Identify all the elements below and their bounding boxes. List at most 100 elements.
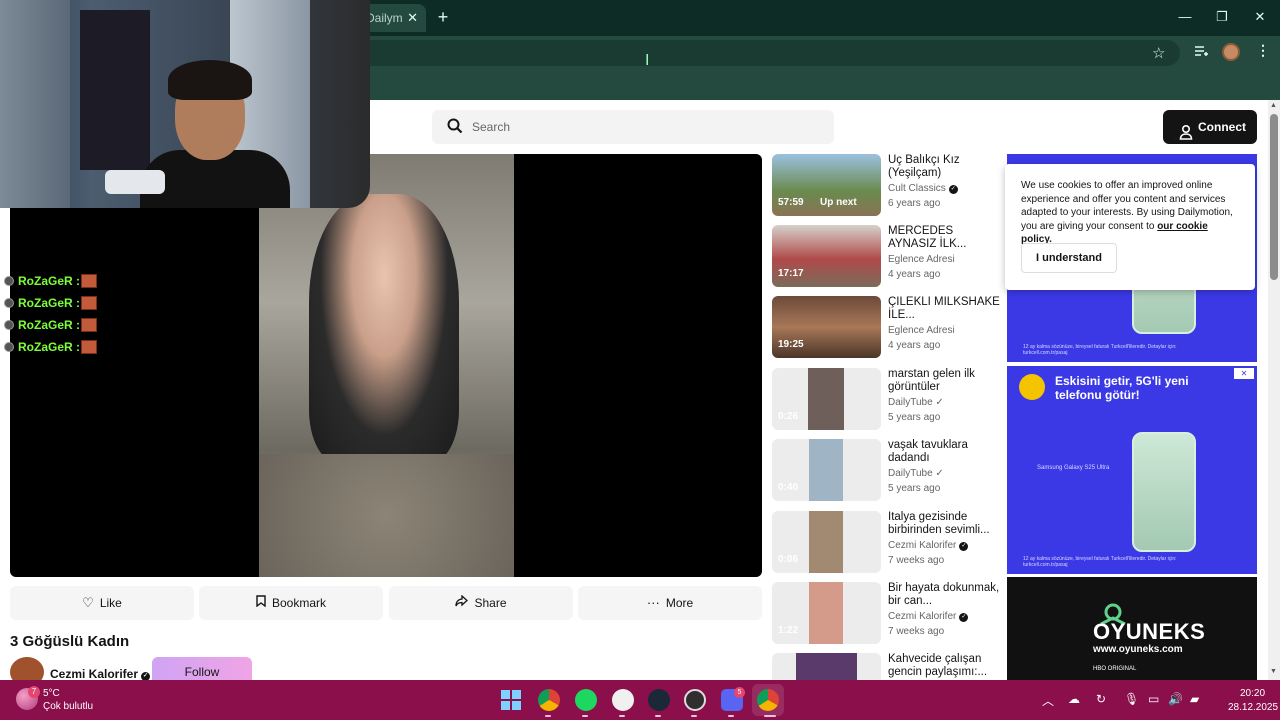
tray-cloud-icon[interactable]: ☁ — [1068, 692, 1080, 706]
chrome-indicator — [545, 715, 551, 717]
video-name[interactable]: İtalya gezisinde birbirinden sevimli... — [888, 511, 1000, 537]
bookmark-star-icon[interactable]: ☆ — [1152, 44, 1165, 62]
chat-username: RoZaGeR : — [18, 318, 81, 332]
steelseries-icon[interactable] — [612, 689, 634, 711]
related-video[interactable]: 0:26 marstan gelen ilk görüntüler DailyT… — [772, 368, 1002, 430]
reading-list-icon[interactable] — [1194, 44, 1208, 60]
video-channel[interactable]: Cezmi Kalorifer — [888, 611, 956, 622]
connect-button[interactable]: Connect — [1163, 110, 1257, 144]
related-video[interactable]: 17:17 MERCEDES AYNASIZ İLK... Eglence Ad… — [772, 225, 1002, 287]
more-button[interactable]: ··· More — [578, 586, 762, 620]
tray-chevron-icon[interactable]: ︿ — [1042, 692, 1054, 709]
video-name[interactable]: marstan gelen ilk görüntüler — [888, 368, 1000, 394]
obs-icon[interactable] — [684, 689, 706, 711]
video-thumbnail[interactable]: 0:26 — [772, 368, 881, 430]
weather-desc[interactable]: Çok bulutlu — [43, 701, 93, 712]
channel-avatar[interactable] — [10, 657, 44, 680]
video-duration: 17:17 — [778, 268, 804, 279]
ad-phone-name: Samsung Galaxy S25 Ultra — [1037, 465, 1110, 471]
related-video[interactable]: Kahvecide çalışan gencin paylaşımı:... — [772, 653, 1002, 680]
video-thumbnail[interactable]: 19:25 — [772, 296, 881, 358]
video-name[interactable]: Bir hayata dokunmak, bir can... — [888, 582, 1000, 608]
cookie-text: We use cookies to offer an improved onli… — [1021, 179, 1239, 247]
weather-temp[interactable]: 5°C — [43, 688, 60, 699]
tray-mic-icon[interactable]: 🎙 — [1124, 692, 1139, 706]
search-bar[interactable] — [432, 110, 834, 144]
ad-banner-3[interactable]: OYUNEKS www.oyuneks.com HBO ORIGINAL — [1007, 577, 1257, 680]
video-frame — [259, 154, 514, 577]
related-video[interactable]: 0:40 vaşak tavuklara dadandı DailyTube ✓… — [772, 439, 1002, 501]
video-title: 3 Göğüslü Kadın — [10, 633, 130, 650]
chrome-icon[interactable] — [538, 689, 560, 711]
video-channel[interactable]: Eglence Adresi — [888, 325, 1000, 336]
related-video[interactable]: 0:06 İtalya gezisinde birbirinden seviml… — [772, 511, 1002, 573]
clock-date[interactable]: 28.12.2025 — [1228, 702, 1278, 713]
tray-sync-icon[interactable]: ↻ — [1096, 692, 1106, 706]
clock-time[interactable]: 20:20 — [1240, 688, 1265, 699]
bookmark-icon — [256, 586, 266, 620]
video-thumbnail[interactable] — [772, 653, 881, 680]
page-scrollbar[interactable] — [1268, 100, 1280, 680]
bookmark-button[interactable]: Bookmark — [199, 586, 383, 620]
search-input[interactable] — [472, 116, 812, 138]
ad-close-icon[interactable]: ✕ — [1234, 368, 1254, 379]
tray-network-icon[interactable]: ▭ — [1148, 692, 1159, 706]
like-label: Like — [99, 596, 122, 610]
chrome-active-indicator — [764, 715, 776, 717]
address-bar[interactable] — [330, 40, 1180, 66]
chat-emote-icon — [81, 296, 97, 310]
video-channel[interactable]: Cezmi Kalorifer — [888, 540, 956, 551]
webcam-microphone — [105, 170, 165, 194]
video-age: 7 weeks ago — [888, 555, 945, 566]
video-thumbnail[interactable]: 0:40 — [772, 439, 881, 501]
maximize-button[interactable]: ❐ — [1211, 6, 1233, 28]
scroll-down-icon[interactable]: ▼ — [1270, 668, 1277, 675]
related-video[interactable]: 57:59 Up next Üç Balıkçı Kız (Yeşilçam) … — [772, 154, 1002, 216]
related-video[interactable]: 1:22 Bir hayata dokunmak, bir can... Cez… — [772, 582, 1002, 644]
video-thumbnail[interactable]: 17:17 — [772, 225, 881, 287]
related-video[interactable]: 19:25 ÇİLEKLİ MİLKSHAKE İLE... Eglence A… — [772, 296, 1002, 358]
video-age: 7 weeks ago — [888, 626, 945, 637]
channel-name[interactable]: Cezmi Kalorifer ✓ — [50, 667, 151, 680]
tray-battery-icon[interactable]: ▰ — [1190, 692, 1199, 706]
video-thumbnail[interactable]: 1:22 — [772, 582, 881, 644]
like-button[interactable]: ♡ Like — [10, 586, 194, 620]
weather-badge: 7 — [28, 686, 40, 698]
ad-banner-2[interactable]: Eskisini getir, 5G'li yeni telefonu götü… — [1007, 366, 1257, 574]
video-name[interactable]: ÇİLEKLİ MİLKSHAKE İLE... — [888, 296, 1000, 322]
video-channel[interactable]: Eglence Adresi — [888, 254, 1000, 265]
video-channel[interactable]: DailyTube ✓ — [888, 397, 1000, 408]
follow-button[interactable]: Follow — [152, 657, 252, 680]
minimize-button[interactable]: — — [1174, 6, 1196, 28]
video-name[interactable]: Kahvecide çalışan gencin paylaşımı:... — [888, 653, 1000, 679]
scroll-up-icon[interactable]: ▲ — [1270, 102, 1277, 109]
spotify-icon[interactable] — [575, 689, 597, 711]
steam-icon[interactable] — [648, 689, 670, 711]
video-channel[interactable]: DailyTube ✓ — [888, 468, 1000, 479]
new-tab-button[interactable]: + — [434, 6, 452, 28]
video-thumbnail[interactable]: 0:06 — [772, 511, 881, 573]
profile-avatar[interactable] — [1222, 43, 1240, 61]
text-cursor-icon: I — [645, 52, 650, 69]
start-icon[interactable] — [500, 689, 522, 711]
video-player[interactable] — [10, 154, 762, 577]
video-name[interactable]: vaşak tavuklara dadandı — [888, 439, 1000, 465]
tab-close-icon[interactable]: ✕ — [407, 4, 418, 32]
chrome-active-icon[interactable] — [757, 689, 779, 711]
video-name[interactable]: MERCEDES AYNASIZ İLK... — [888, 225, 1000, 251]
video-age: 5 years ago — [888, 483, 941, 494]
video-duration: 0:26 — [778, 411, 799, 422]
webcam-curtain — [0, 0, 70, 208]
scrollbar-thumb[interactable] — [1270, 114, 1278, 280]
ad-phone-image — [1132, 432, 1196, 552]
chat-message: RoZaGeR : — [4, 273, 114, 289]
browser-menu-icon[interactable]: ⋮ — [1256, 42, 1270, 59]
close-window-button[interactable]: ✕ — [1249, 6, 1271, 28]
video-channel[interactable]: Cult Classics — [888, 183, 946, 194]
video-name[interactable]: Üç Balıkçı Kız (Yeşilçam) — [888, 154, 1000, 180]
cookie-accept-button[interactable]: I understand — [1021, 243, 1117, 273]
tray-volume-icon[interactable]: 🔊 — [1168, 692, 1183, 706]
ad-logo-icon — [1019, 374, 1045, 400]
video-thumbnail[interactable]: 57:59 Up next — [772, 154, 881, 216]
share-button[interactable]: Share — [389, 586, 573, 620]
